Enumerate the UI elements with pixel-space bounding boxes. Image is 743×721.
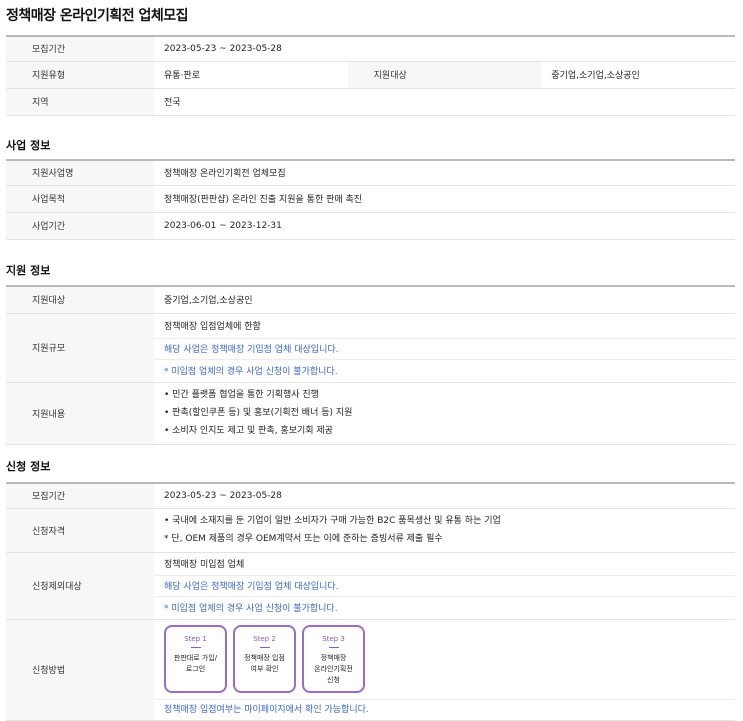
- method-note: 정책매장 입점여부는 마이페이지에서 확인 가능합니다.: [164, 704, 369, 715]
- apply-qual-label: 신청자격: [6, 508, 154, 553]
- business-name-label: 지원사업명: [6, 159, 154, 186]
- step-card: Step 2 정책매장 입점 여부 확인: [233, 624, 296, 693]
- support-scale-line: 정책매장 입점업체에 한함: [154, 314, 735, 339]
- business-section-heading: 사업 정보: [6, 139, 51, 152]
- support-section-heading: 지원 정보: [6, 264, 51, 277]
- apply-method-label: 신청방법: [6, 619, 154, 721]
- step-text: 정책매장 입점: [244, 653, 285, 662]
- step-label: Step 2: [253, 634, 276, 643]
- period-value: 2023-05-23 ~ 2023-05-28: [154, 35, 735, 62]
- step-text: 신청: [327, 675, 340, 684]
- business-period-value: 2023-06-01 ~ 2023-12-31: [154, 212, 735, 240]
- step-divider: [190, 646, 201, 648]
- business-purpose-label: 사업목적: [6, 185, 154, 213]
- divider: [154, 693, 735, 700]
- support-scale-line: * 미입점 업체의 경우 사업 신청이 불가합니다.: [164, 367, 338, 377]
- support-scale-line: 해당 사업은 정책매장 기입점 업체 대상입니다.: [154, 339, 735, 360]
- step-text: 온라인기획전: [314, 664, 353, 673]
- page-title: 정책매장 온라인기획전 업체모집: [6, 8, 189, 24]
- application-steps: Step 1 판판대로 가입/ 로그인 Step 2 정책매장 입점 여부 확인…: [164, 620, 735, 693]
- target-label: 지원대상: [347, 61, 542, 89]
- support-target-label: 지원대상: [6, 285, 154, 314]
- apply-qual-item: • 국내에 소재지를 둔 기업이 일반 소비자가 구매 가능한 B2C 품목생산…: [164, 516, 501, 526]
- business-period-label: 사업기간: [6, 212, 154, 240]
- apply-excl-label: 신청제외대상: [6, 552, 154, 620]
- region-value: 전국: [154, 88, 735, 116]
- step-text: 여부 확인: [250, 664, 279, 673]
- region-label: 지역: [6, 88, 154, 116]
- apply-excl-line: * 미입점 업체의 경우 사업 신청이 불가합니다.: [164, 604, 338, 614]
- apply-excl-line: 해당 사업은 정책매장 기입점 업체 대상입니다.: [154, 576, 735, 597]
- period-label: 모집기간: [6, 35, 154, 62]
- apply-period-label: 모집기간: [6, 482, 154, 509]
- type-label: 지원유형: [6, 61, 154, 89]
- support-info-table: 지원대상 중기업,소기업,소상공인 지원규모 정책매장 입점업체에 한함 해당 …: [6, 285, 735, 445]
- support-content-item: • 소비자 인지도 제고 및 판촉, 홍보기회 제공: [164, 426, 333, 436]
- apply-section-heading: 신청 정보: [6, 460, 51, 473]
- step-card: Step 3 정책매장 온라인기획전 신청: [302, 624, 365, 693]
- target-value: 중기업,소기업,소상공인: [541, 61, 735, 89]
- support-target-value: 중기업,소기업,소상공인: [154, 285, 735, 314]
- support-scale-label: 지원규모: [6, 313, 154, 383]
- step-text: 로그인: [185, 664, 206, 673]
- apply-excl-line: 정책매장 미입점 업체: [154, 553, 735, 576]
- step-text: 정책매장: [320, 653, 347, 662]
- step-card: Step 1 판판대로 가입/ 로그인: [164, 624, 227, 693]
- support-content-label: 지원내용: [6, 382, 154, 445]
- type-value: 유통·판로: [154, 61, 348, 89]
- step-divider: [328, 646, 339, 648]
- step-label: Step 1: [184, 634, 207, 643]
- apply-qual-item: * 단, OEM 제품의 경우 OEM계약서 또는 이에 준하는 증빙서류 제출…: [164, 534, 443, 544]
- apply-period-value: 2023-05-23 ~ 2023-05-28: [154, 482, 735, 509]
- business-info-table: 지원사업명 정책매장 온라인기획전 업체모집 사업목적 정책매장(판판샵) 온라…: [6, 159, 735, 240]
- step-text: 판판대로 가입/: [173, 653, 218, 662]
- business-name-value: 정책매장 온라인기획전 업체모집: [154, 159, 735, 186]
- step-divider: [259, 646, 270, 648]
- business-purpose-value: 정책매장(판판샵) 온라인 진출 지원을 통한 판매 촉진: [154, 185, 735, 213]
- support-content-item: • 민간 플랫폼 협업을 통한 기획행사 진행: [164, 390, 319, 400]
- support-content-item: • 판촉(할인쿠폰 등) 및 홍보(기획전 배너 등) 지원: [164, 408, 353, 418]
- apply-info-table: 모집기간 2023-05-23 ~ 2023-05-28 신청자격 • 국내에 …: [6, 482, 735, 721]
- step-label: Step 3: [322, 634, 345, 643]
- basic-info-table: 모집기간 2023-05-23 ~ 2023-05-28 지원유형 유통·판로 …: [6, 35, 735, 116]
